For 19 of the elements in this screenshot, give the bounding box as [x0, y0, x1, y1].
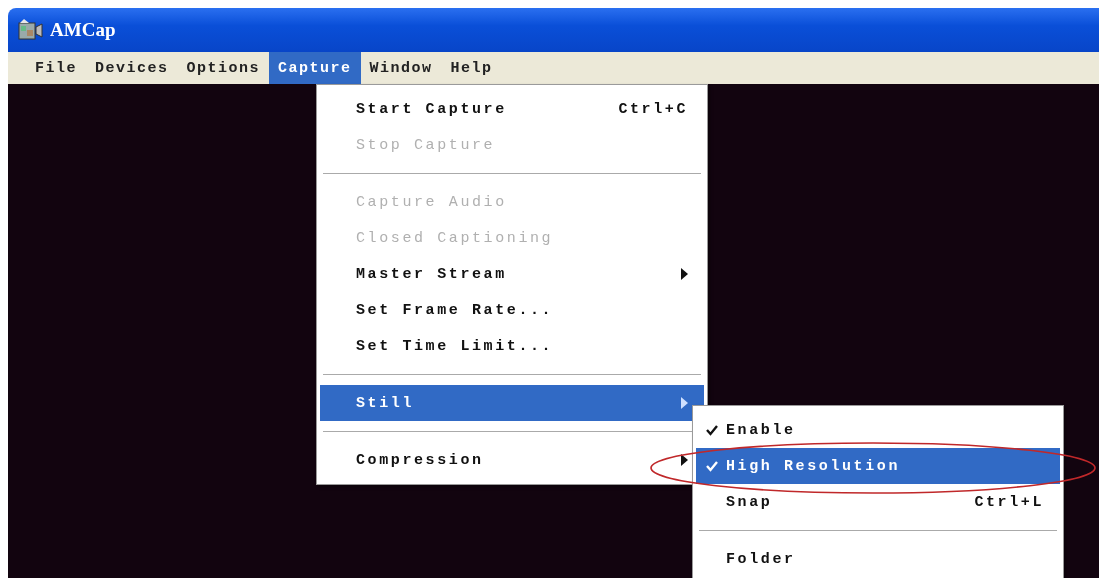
menu-bar-item[interactable]: Help [441, 52, 502, 84]
submenu-arrow-icon [681, 268, 688, 280]
menu-bar-item[interactable]: File [26, 52, 86, 84]
menu-bar-item[interactable]: Capture [269, 52, 361, 84]
menu-item[interactable]: Set Frame Rate... [320, 292, 704, 328]
menu-bar-item[interactable]: Options [177, 52, 270, 84]
menu-bar-item[interactable]: Devices [86, 52, 178, 84]
menu-item[interactable]: Snap Ctrl+L [696, 484, 1060, 520]
camera-app-icon [18, 18, 44, 42]
window-title: AMCap [50, 19, 116, 41]
menu-item[interactable]: Still [320, 385, 704, 421]
submenu-arrow-icon [681, 454, 688, 466]
menu-item[interactable]: Start Capture Ctrl+C [320, 91, 704, 127]
menu-item[interactable]: High Resolution [696, 448, 1060, 484]
menu-bar-item[interactable]: Window [360, 52, 442, 84]
submenu-arrow-icon [681, 397, 688, 409]
menu-item[interactable]: Set Time Limit... [320, 328, 704, 364]
menu-item[interactable]: Folder [696, 541, 1060, 577]
menu-item[interactable]: Master Stream [320, 256, 704, 292]
